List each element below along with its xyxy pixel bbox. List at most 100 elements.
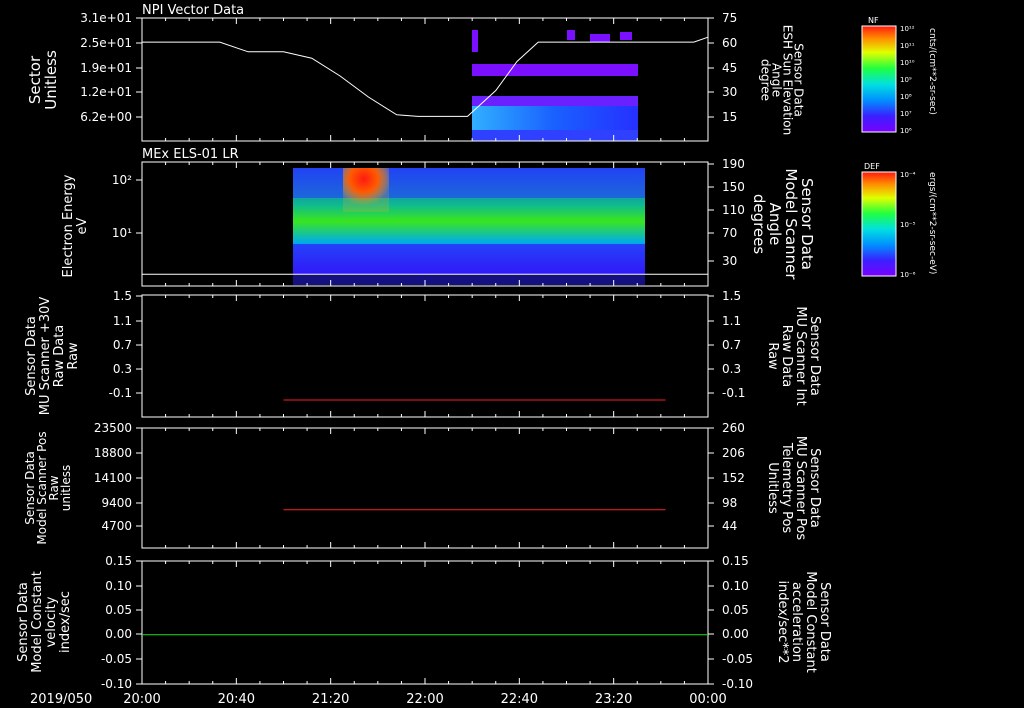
p5-right-label-line: acceleration <box>789 582 804 662</box>
colorbar-tick-label: 10⁷ <box>900 110 912 118</box>
time-tick-label: 00:00 <box>689 692 726 707</box>
colorbar-tick-label: 10⁻⁶ <box>900 271 916 279</box>
panel1-title: NPI Vector Data <box>142 3 244 18</box>
p1-left-tick-label: 1.2e+01 <box>80 85 132 99</box>
colorbar-tick-label: 10⁻⁴ <box>900 171 916 179</box>
p3-right-tick-label: 0.3 <box>722 362 741 376</box>
figure: NPI Vector Data 3.1e+01 2.5e+01 1.9e+01 1.2… <box>16 3 937 707</box>
panel1-right-label: Sensor DataESH Sun ElevationAngledegree <box>759 25 806 135</box>
p5-right-label-line: Sensor Data <box>817 582 832 662</box>
p3-ylabel-line: MU Scanner +30V <box>38 297 53 416</box>
time-axis-labels: 20:00 20:40 21:20 22:00 22:40 23:20 00:00 <box>123 692 726 707</box>
panel2-ylabel-2: eV <box>75 217 90 234</box>
p3-ylabel-line: Raw <box>66 342 81 370</box>
p3-left-tick-label: 0.7 <box>113 338 132 352</box>
p1-right-tick-label: 60 <box>722 36 737 50</box>
p4-ylabel-line: unitless <box>59 465 73 511</box>
panel2-right-label: Sensor DataModel ScannerAngledegrees <box>750 168 816 280</box>
p3-right-tick-label: 1.1 <box>722 314 741 328</box>
p3-right-label-line: Raw Data <box>779 325 794 388</box>
colorbar-tick-label: 10⁸ <box>900 93 912 101</box>
panel1-spectrogram <box>472 30 638 141</box>
panel3-right-label: Sensor DataMU Scanner IntRaw DataRaw <box>765 306 822 405</box>
time-tick-label: 21:20 <box>312 692 349 707</box>
p1-right-tick-label: 30 <box>722 85 737 99</box>
panel5-right-label: Sensor DataModel Constantaccelerationind… <box>775 571 832 673</box>
p5-ylabel-line: velocity <box>44 596 59 647</box>
p1-right-tick-label: 75 <box>722 11 737 25</box>
time-tick-label: 22:40 <box>501 692 538 707</box>
p5-left-tick-label: -0.05 <box>101 652 132 666</box>
p5-left-tick-label: 0.15 <box>105 554 132 568</box>
p4-right-label-line: Telemetry Pos <box>779 442 794 534</box>
p5-right-label-line: index/sec**2 <box>775 580 790 663</box>
p4-right-label-line: MU Scanner Pos <box>793 436 808 541</box>
colorbar-nf: NF 10¹² 10¹¹ 10¹⁰ 10⁹ 10⁸ 10⁷ 10⁶ cnts/(cm**2-… <box>861 16 937 135</box>
time-tick-label: 20:00 <box>123 692 160 707</box>
colorbar-def-title: DEF <box>864 162 880 171</box>
colorbar-tick-label: 10¹² <box>900 25 915 33</box>
p5-left-tick-label: 0.05 <box>105 603 132 617</box>
p3-ylabel-line: Sensor Data <box>24 316 39 396</box>
p3-ylabel-line: Raw Data <box>52 325 67 388</box>
p2-right-tick-label: 30 <box>722 254 737 268</box>
panel3-frame <box>141 294 709 418</box>
p4-left-tick-label: 18800 <box>94 446 132 460</box>
p4-left-tick-label: 23500 <box>94 421 132 435</box>
p4-right-tick-label: 260 <box>722 421 745 435</box>
colorbar-def-unit: ergs/(cm**2-sr-sec-eV) <box>927 172 937 274</box>
p5-right-tick-label: 0.05 <box>722 603 749 617</box>
p4-right-tick-label: 152 <box>722 471 745 485</box>
p5-ylabel-line: Sensor Data <box>16 582 31 662</box>
p2-right-tick-label: 190 <box>722 157 745 171</box>
p1-left-tick-label: 2.5e+01 <box>80 36 132 50</box>
p4-right-tick-label: 98 <box>722 496 737 510</box>
p5-left-tick-label: 0.00 <box>105 627 132 641</box>
p3-left-tick-label: 0.3 <box>113 362 132 376</box>
p2-left-tick-label: 10¹ <box>112 226 132 240</box>
p5-right-tick-label: -0.10 <box>722 677 753 691</box>
p4-right-tick-label: 44 <box>722 519 737 533</box>
p5-ylabel-line: Model Constant <box>30 571 45 673</box>
p1-left-tick-label: 3.1e+01 <box>80 11 132 25</box>
time-tick-label: 23:20 <box>595 692 632 707</box>
colorbar-def: DEF 10⁻⁴ 10⁻⁵ 10⁻⁶ ergs/(cm**2-sr-sec-eV) <box>861 162 937 279</box>
p5-left-tick-label: -0.10 <box>101 677 132 691</box>
panel4-right-label: Sensor DataMU Scanner PosTelemetry PosUn… <box>765 436 822 541</box>
colorbar-nf-title: NF <box>868 16 879 25</box>
panel5-ylabel: Sensor Data Model Constant velocity index/s… <box>16 571 73 673</box>
p5-right-tick-label: 0.10 <box>722 579 749 593</box>
p2-right-label-line: degrees <box>750 194 768 255</box>
panel4-ylabel: Sensor DataModel Scanner PosRawunitless <box>23 431 73 544</box>
p3-left-tick-label: -0.1 <box>109 386 132 400</box>
p4-right-tick-label: 206 <box>722 446 745 460</box>
p3-right-tick-label: 0.7 <box>722 338 741 352</box>
colorbar-tick-label: 10⁹ <box>900 76 912 84</box>
panel3-ylabel: Sensor Data MU Scanner +30V Raw Data Raw <box>24 297 81 416</box>
p3-left-tick-label: 1.1 <box>113 314 132 328</box>
p5-right-tick-label: 0.00 <box>722 627 749 641</box>
colorbar-tick-label: 10¹⁰ <box>900 59 915 67</box>
p2-right-tick-label: 70 <box>722 226 737 240</box>
p1-left-tick-label: 6.2e+00 <box>80 110 132 124</box>
p1-left-tick-label: 1.9e+01 <box>80 61 132 75</box>
colorbar-tick-label: 10¹¹ <box>900 42 915 50</box>
p4-left-tick-label: 14100 <box>94 471 132 485</box>
time-tick-label: 20:40 <box>218 692 255 707</box>
date-label: 2019/050 <box>30 692 92 707</box>
p3-right-label-line: Sensor Data <box>807 316 822 396</box>
p2-right-tick-label: 110 <box>722 203 745 217</box>
p4-left-tick-label: 4700 <box>101 519 132 533</box>
p3-right-label-line: Raw <box>765 342 780 370</box>
panel2-spectrogram <box>293 168 645 285</box>
p3-right-tick-label: 1.5 <box>722 289 741 303</box>
panel2-ylabel-1: Electron Energy <box>61 174 76 277</box>
p5-right-tick-label: -0.05 <box>722 652 753 666</box>
p5-right-label-line: Model Constant <box>803 571 818 673</box>
colorbar-tick-label: 10⁻⁵ <box>900 221 916 229</box>
p5-left-tick-label: 0.10 <box>105 579 132 593</box>
p5-ylabel-line: index/sec <box>58 591 73 653</box>
colorbar-nf-unit: cnts/(cm**2-sr-sec) <box>927 28 937 115</box>
p4-right-label-line: Sensor Data <box>807 448 822 528</box>
p3-left-tick-label: 1.5 <box>113 289 132 303</box>
